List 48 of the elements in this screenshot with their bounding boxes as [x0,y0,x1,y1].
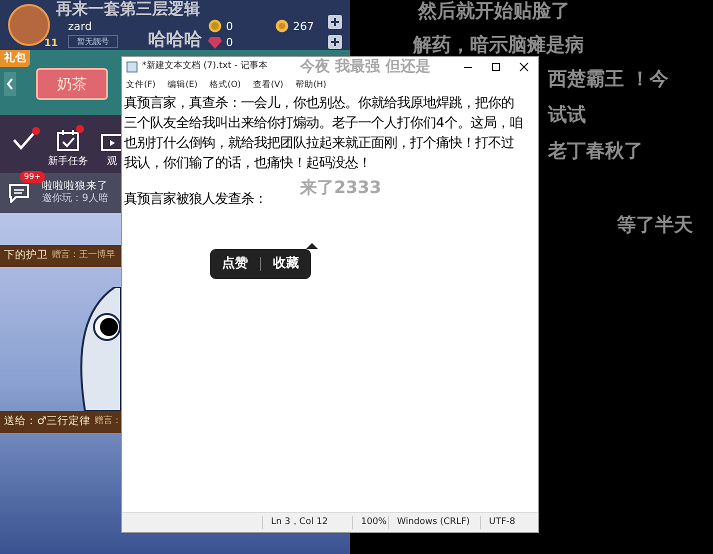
menu-item[interactable]: 格式(O) [210,78,241,92]
danmaku-comment: 试试 [548,104,586,126]
banner-text: 送给：♂三行定律 [4,414,90,430]
banner-text: 下的护卫 [4,248,48,264]
popup-action[interactable]: 收藏 [269,254,303,274]
menu-item[interactable]: 帮助(H) [295,78,326,92]
status-text: 100% [352,516,388,530]
stat-value: 0 [226,20,233,32]
username: zard [68,20,92,33]
menu-item[interactable]: 文件(F) [126,78,156,92]
checkmark-icon[interactable] [12,131,36,151]
status-text: UTF-8 [480,516,530,530]
danmaku-comment: 老丁春秋了 [548,140,643,162]
window-title: *新建文本文档 (7).txt - 记事本 [142,60,268,74]
menu-item[interactable]: 查看(V) [252,78,284,92]
shortcut-label[interactable]: 新手任务 [48,155,88,169]
chat-subtitle: 邀你玩：9人暗 [42,193,108,206]
stat-value: 267 [293,20,314,32]
menu-item[interactable]: 编辑(E) [168,78,198,92]
danmaku-comment: 来了2333 [300,178,382,198]
calendar-check-icon[interactable] [56,129,80,151]
document-text: 真预言家，真查杀：一会儿，你也别怂。你就给我原地焊跳，把你的三个队友全给我叫出来给你打煽动。老子一个人打你们4个。这局，咱也别打什么倒钩，就给我把团队拉起来就正面刚，打个痛快！打不过我认，你们输了的话，也痛快！起码没怂！ [124,94,524,173]
stat-value: 0 [226,36,233,49]
popup-action[interactable]: 点赞 [218,254,252,274]
danmaku-comment: 西楚霸王 ！今 [548,68,669,90]
danmaku-comment: 解药，暗示脑瘫是病 [413,34,584,56]
shortcut-label[interactable]: 观 [107,155,117,169]
plus-icon[interactable] [328,35,342,49]
status-text: Ln 3，Col 12 [262,516,352,530]
banner-note: 赠言： [94,415,122,428]
level-number: 11 [44,38,58,50]
danmaku-comment: 今夜 我最强 但还是 [300,58,430,75]
plus-icon[interactable] [328,15,342,29]
notepad-icon [126,61,138,73]
danmaku-comment: 然后就开始贴脸了 [418,0,570,22]
chat-title: 啦啦啦狼来了 [42,180,108,192]
back-chevron-icon[interactable] [4,72,16,96]
coin-icon [275,19,289,33]
badge-label: 暂无靓号 [68,35,118,48]
status-text: Windows (CRLF) [388,516,480,530]
medal-icon [208,19,222,33]
banner-note: 赠言：王一博早 [52,249,115,262]
document-text: 真预言家被狼人发查杀： [124,190,268,209]
danmaku-comment: 再来一套第三层逻辑 [56,0,200,18]
chat-icon[interactable] [8,183,30,203]
gift-tag: 礼包 [0,50,30,66]
danmaku-comment: 哈哈哈 [148,30,202,50]
danmaku-comment: 等了半天 [617,214,693,236]
